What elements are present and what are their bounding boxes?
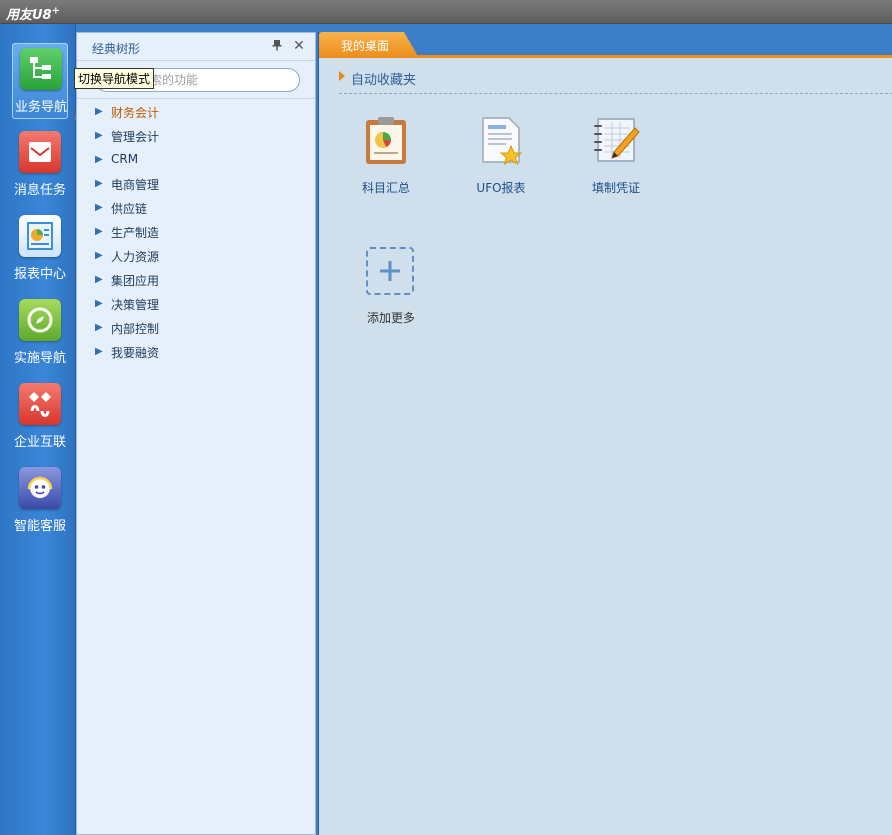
tree-item-financing[interactable]: ▶ 我要融资: [77, 341, 307, 365]
notebook-pencil-icon: [592, 116, 640, 166]
nav-implement[interactable]: 实施导航: [12, 295, 68, 371]
tree-panel: 经典树形 ✕ ▶ 财务会计 ▶ 管理会计 ▶ CRM ▶ 电商管理 ▶ 供应链 ▶ 生产制造…: [76, 32, 316, 835]
chevron-right-icon: ▶: [95, 130, 103, 141]
add-more-button[interactable]: [366, 247, 414, 295]
icon-nav-bar: 业务导航 ▾ 消息任务 报表中心 实施导航 企业互联 智能客服: [0, 24, 86, 835]
shortcut-label: 填制凭证: [591, 181, 640, 195]
enterprise-link-icon: [19, 383, 61, 425]
tree-item-label: 人力资源: [111, 250, 160, 264]
nav-service[interactable]: 智能客服: [12, 463, 68, 539]
chevron-right-icon: ▶: [95, 322, 103, 333]
tree-item-label: 集团应用: [111, 274, 160, 288]
desktop-area: 我的桌面 自动收藏夹 科目汇总 UFO报表 填制凭证 添加更多: [318, 32, 892, 835]
tree-item-manufacturing[interactable]: ▶ 生产制造: [77, 221, 307, 245]
tree-item-internal-control[interactable]: ▶ 内部控制: [77, 317, 307, 341]
title-bar: 用友U8+: [0, 0, 892, 24]
tree-item-label: 管理会计: [111, 130, 160, 144]
compass-icon: [19, 299, 61, 341]
nav-report[interactable]: 报表中心: [12, 211, 68, 287]
divider: [339, 93, 892, 94]
tab-bar: 我的桌面: [319, 32, 892, 58]
chevron-right-icon: ▶: [95, 274, 103, 285]
tab-my-desktop[interactable]: 我的桌面: [319, 32, 419, 58]
tree-item-label: 生产制造: [111, 226, 160, 240]
report-center-icon: [19, 215, 61, 257]
nav-label: 消息任务: [13, 183, 66, 198]
chevron-right-icon: ▶: [95, 202, 103, 213]
tree-item-supply-chain[interactable]: ▶ 供应链: [77, 197, 307, 221]
tree-item-label: 电商管理: [111, 178, 160, 192]
tree-item-label: 我要融资: [111, 346, 160, 360]
tree-item-label: 决策管理: [111, 298, 160, 312]
nav-label: 企业互联: [13, 435, 66, 450]
tree-item-label: 供应链: [111, 202, 148, 216]
chevron-right-icon: ▶: [95, 106, 103, 117]
close-icon[interactable]: ✕: [292, 38, 306, 54]
favorites-label: 自动收藏夹: [351, 73, 417, 88]
message-task-icon: [19, 131, 61, 173]
nav-enterprise[interactable]: 企业互联: [12, 379, 68, 455]
nav-message[interactable]: 消息任务: [12, 127, 68, 203]
tab-label: 我的桌面: [341, 39, 390, 53]
nav-label: 报表中心: [13, 267, 66, 282]
tree-item-ecommerce[interactable]: ▶ 电商管理: [77, 173, 307, 197]
tooltip: 切换导航模式: [74, 68, 155, 89]
chevron-right-icon: ▶: [95, 154, 103, 165]
tree-item-management[interactable]: ▶ 管理会计: [77, 125, 307, 149]
clipboard-chart-icon: [362, 116, 410, 166]
tree-panel-header: 经典树形 ✕: [77, 33, 315, 61]
shortcut-ufo-report[interactable]: UFO报表: [459, 116, 539, 206]
shortcut-label: 科目汇总: [361, 181, 410, 195]
nav-label: 实施导航: [13, 351, 66, 366]
nav-business[interactable]: 业务导航 ▾: [12, 43, 86, 123]
tree-menu: ▶ 财务会计 ▶ 管理会计 ▶ CRM ▶ 电商管理 ▶ 供应链 ▶ 生产制造 ▶ 人力资源 …: [77, 101, 307, 365]
tree-item-group[interactable]: ▶ 集团应用: [77, 269, 307, 293]
tree-item-label: 财务会计: [111, 106, 160, 120]
app-logo: 用友U8+: [6, 5, 60, 23]
shortcut-label: UFO报表: [476, 181, 526, 195]
triangle-right-icon: [339, 71, 345, 81]
chevron-right-icon: ▶: [95, 346, 103, 357]
divider: [77, 98, 315, 99]
nav-label: 业务导航: [14, 100, 67, 115]
tree-item-finance[interactable]: ▶ 财务会计: [77, 101, 307, 125]
smart-service-icon: [19, 467, 61, 509]
chevron-right-icon: ▶: [95, 250, 103, 261]
chevron-right-icon: ▶: [95, 178, 103, 189]
tree-item-decision[interactable]: ▶ 决策管理: [77, 293, 307, 317]
business-nav-icon: [20, 48, 62, 90]
tree-panel-title: 经典树形: [92, 42, 141, 56]
add-more-label: 添加更多: [366, 311, 415, 325]
report-star-icon: [477, 116, 525, 166]
chevron-right-icon: ▶: [95, 226, 103, 237]
pin-icon[interactable]: [270, 39, 284, 53]
shortcut-subject-summary[interactable]: 科目汇总: [344, 116, 424, 206]
tree-item-hr[interactable]: ▶ 人力资源: [77, 245, 307, 269]
tree-item-label: CRM: [111, 152, 139, 166]
shortcut-fill-voucher[interactable]: 填制凭证: [574, 116, 654, 206]
plus-icon: [380, 261, 400, 281]
nav-label: 智能客服: [13, 519, 66, 534]
chevron-right-icon: ▶: [95, 298, 103, 309]
tree-item-crm[interactable]: ▶ CRM: [77, 149, 307, 173]
tree-item-label: 内部控制: [111, 322, 160, 336]
